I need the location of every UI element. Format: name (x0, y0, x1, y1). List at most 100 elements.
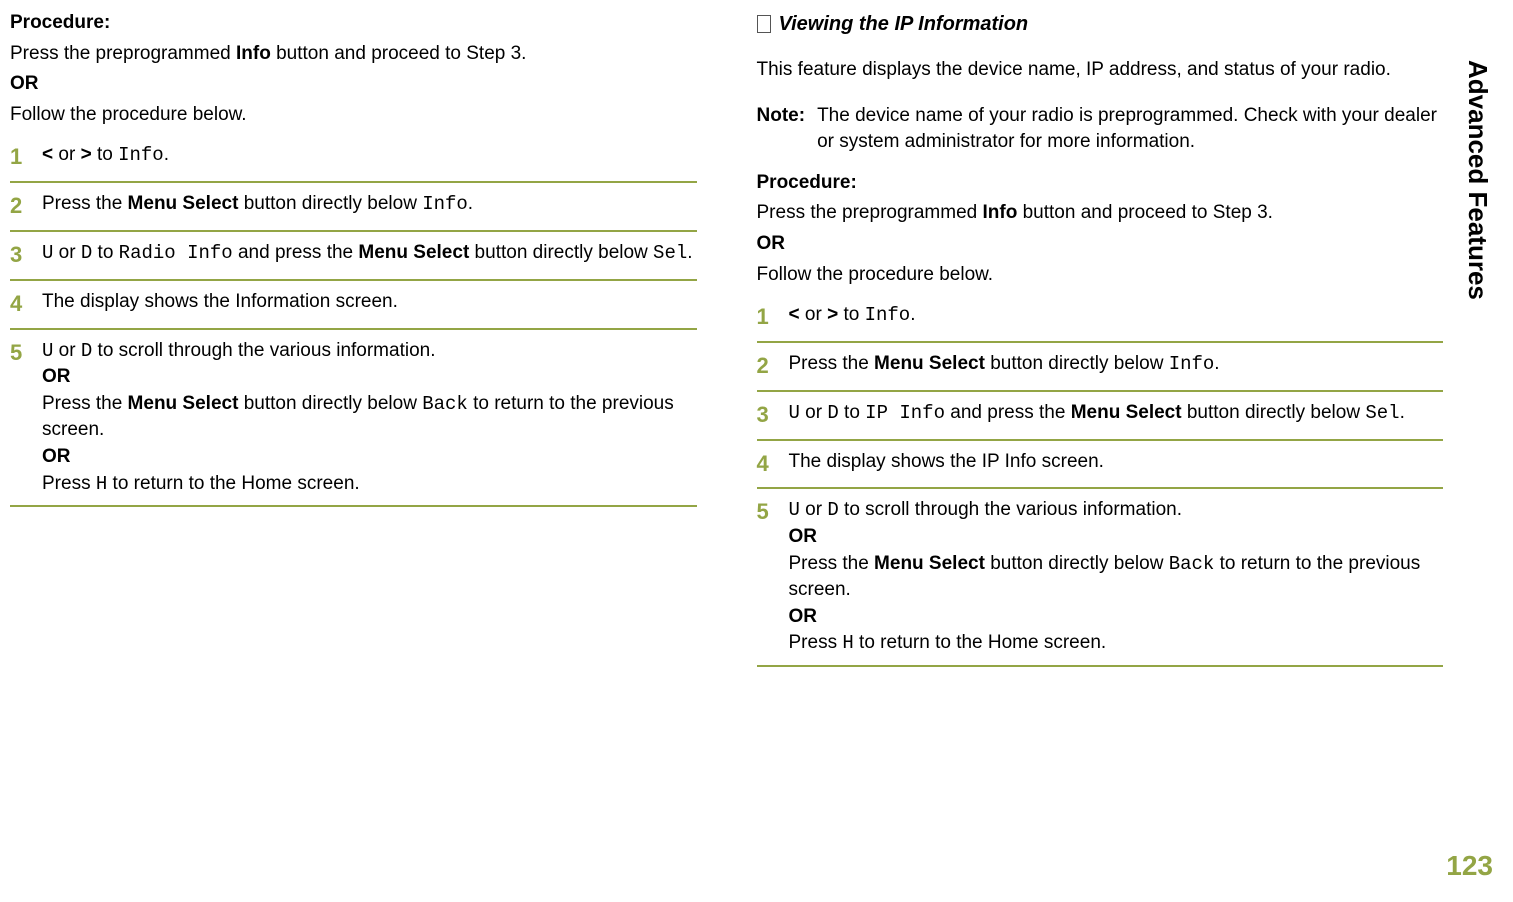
procedure-label: Procedure: (757, 170, 1444, 197)
text: to return to the Home screen. (107, 473, 359, 494)
menu-sel: Sel (1365, 402, 1399, 424)
menu-select-ref: Menu Select (128, 193, 239, 214)
intro-line-2: Follow the procedure below. (757, 262, 1444, 289)
text: . (468, 193, 473, 214)
step-body: U or D to scroll through the various inf… (42, 338, 697, 498)
text: button directly below (1182, 402, 1366, 423)
step-body: U or D to Radio Info and press the Menu … (42, 240, 697, 267)
key-down: D (827, 499, 838, 521)
step-number: 1 (10, 142, 28, 173)
text: . (1214, 353, 1219, 374)
text: Press (42, 473, 96, 494)
text: or (800, 304, 827, 325)
step-body: < or > to Info. (789, 302, 1444, 329)
step-4: 4 The display shows the Information scre… (10, 281, 697, 330)
menu-radio-info: Radio Info (119, 242, 233, 264)
text: and press the (233, 242, 359, 263)
text: and press the (945, 402, 1071, 423)
text: to return to the Home screen. (854, 632, 1106, 653)
step-body: U or D to IP Info and press the Menu Sel… (789, 400, 1444, 427)
text: . (910, 304, 915, 325)
text: button directly below (985, 353, 1169, 374)
step-1: 1 < or > to Info. (757, 294, 1444, 343)
menu-select-ref: Menu Select (358, 242, 469, 263)
step-2: 2 Press the Menu Select button directly … (757, 343, 1444, 392)
key-up: U (42, 340, 53, 362)
key-down: D (827, 402, 838, 424)
text: to (838, 304, 864, 325)
key-down: D (81, 242, 92, 264)
menu-info: Info (118, 144, 164, 166)
text: Press the (42, 193, 128, 214)
text: Press the (789, 553, 875, 574)
key-left: < (42, 144, 53, 165)
menu-select-ref: Menu Select (128, 393, 239, 414)
step-body: < or > to Info. (42, 142, 697, 169)
intro-line-1: Press the preprogrammed Info button and … (10, 41, 697, 68)
page-number: 123 (1446, 850, 1493, 882)
text: button and proceed to Step 3. (1017, 202, 1273, 223)
left-column: Procedure: Press the preprogrammed Info … (10, 10, 697, 892)
text: . (687, 242, 692, 263)
document-icon (757, 15, 771, 33)
or-label: OR (10, 71, 697, 98)
step-number: 1 (757, 302, 775, 333)
step-3: 3 U or D to IP Info and press the Menu S… (757, 392, 1444, 441)
step-number: 3 (10, 240, 28, 271)
menu-back: Back (1169, 553, 1215, 575)
text: to (839, 402, 865, 423)
menu-info: Info (1169, 353, 1215, 375)
text: to scroll through the various informatio… (839, 499, 1182, 520)
or-label: OR (42, 446, 71, 467)
menu-info: Info (865, 304, 911, 326)
side-section-label: Advanced Features (1462, 60, 1493, 300)
text: button directly below (238, 193, 422, 214)
step-number: 3 (757, 400, 775, 431)
text: Press the (789, 353, 875, 374)
text: or (53, 242, 80, 263)
step-body: The display shows the Information screen… (42, 289, 697, 316)
menu-select-ref: Menu Select (874, 553, 985, 574)
menu-ip-info: IP Info (865, 402, 945, 424)
page: Procedure: Press the preprogrammed Info … (0, 0, 1513, 902)
heading-text: Viewing the IP Information (779, 10, 1029, 38)
text: Press the preprogrammed (757, 202, 983, 223)
text: . (164, 144, 169, 165)
right-steps: 1 < or > to Info. 2 Press the Menu Selec… (757, 294, 1444, 667)
text: Press (789, 632, 843, 653)
menu-back: Back (422, 393, 468, 415)
text: button directly below (985, 553, 1169, 574)
step-body: Press the Menu Select button directly be… (42, 191, 697, 218)
text: button directly below (238, 393, 422, 414)
step-4: 4 The display shows the IP Info screen. (757, 441, 1444, 490)
text: to (92, 242, 118, 263)
section-intro: This feature displays the device name, I… (757, 57, 1444, 84)
left-steps: 1 < or > to Info. 2 Press the Menu Selec… (10, 134, 697, 507)
intro-line-1: Press the preprogrammed Info button and … (757, 200, 1444, 227)
text: or (53, 144, 80, 165)
key-down: D (81, 340, 92, 362)
intro-line-2: Follow the procedure below. (10, 102, 697, 129)
step-number: 4 (10, 289, 28, 320)
note-label: Note: (757, 103, 806, 156)
key-home: H (842, 632, 853, 654)
key-up: U (789, 499, 800, 521)
step-2: 2 Press the Menu Select button directly … (10, 183, 697, 232)
right-column: Viewing the IP Information This feature … (757, 10, 1444, 892)
step-number: 4 (757, 449, 775, 480)
key-right: > (827, 304, 838, 325)
step-1: 1 < or > to Info. (10, 134, 697, 183)
text: or (800, 499, 827, 520)
right-procedure-intro: Procedure: Press the preprogrammed Info … (757, 170, 1444, 288)
menu-sel: Sel (653, 242, 687, 264)
step-body: U or D to scroll through the various inf… (789, 497, 1444, 657)
step-3: 3 U or D to Radio Info and press the Men… (10, 232, 697, 281)
step-number: 5 (757, 497, 775, 528)
text: or (800, 402, 827, 423)
step-5: 5 U or D to scroll through the various i… (757, 489, 1444, 667)
step-body: The display shows the IP Info screen. (789, 449, 1444, 476)
text: Press the (42, 393, 128, 414)
key-left: < (789, 304, 800, 325)
note: Note: The device name of your radio is p… (757, 103, 1444, 156)
or-label: OR (757, 231, 1444, 258)
